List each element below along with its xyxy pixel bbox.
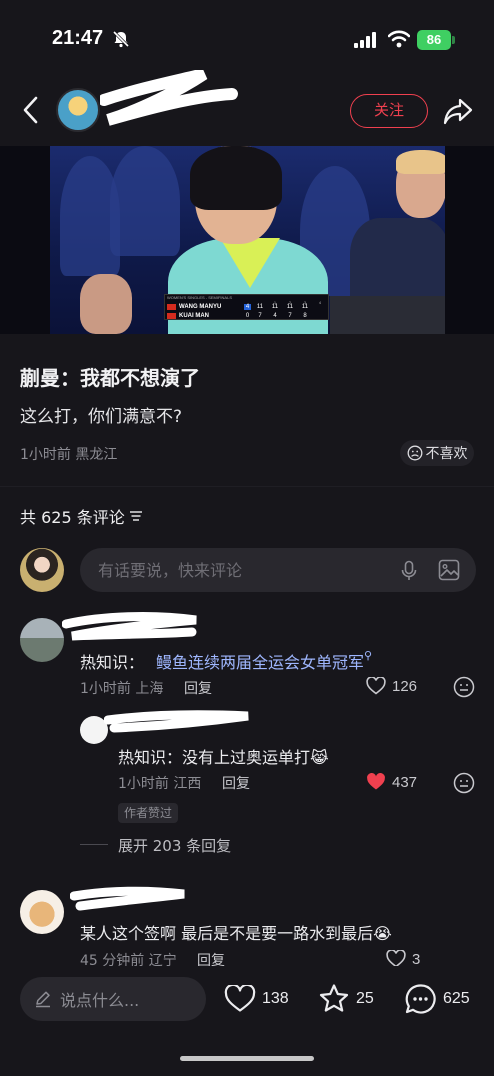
- game-score: 11: [301, 304, 309, 310]
- like-count: 3: [412, 950, 421, 968]
- star-icon: [319, 984, 349, 1012]
- scoreboard-row: KUAI MAN 0 7 4 7 8: [167, 312, 326, 320]
- video-frame: WOMEN'S SINGLES - SEMIFINALS 1 2 3 4 WAN…: [50, 146, 445, 334]
- battery-level: 86: [417, 30, 451, 50]
- comment-text: 热知识：没有上过奥运单打😹: [118, 748, 329, 767]
- comment-like-button[interactable]: 437: [366, 773, 417, 791]
- comments-button[interactable]: 625: [404, 983, 470, 1015]
- like-count: 437: [392, 773, 418, 791]
- game-score: 8: [303, 313, 307, 319]
- player-name: KUAI MAN: [179, 313, 209, 319]
- heart-outline-icon: [366, 677, 386, 695]
- scoreboard: WOMEN'S SINGLES - SEMIFINALS 1 2 3 4 WAN…: [164, 294, 329, 320]
- comment-like-button[interactable]: 126: [366, 677, 417, 695]
- dislike-button[interactable]: 不喜欢: [400, 440, 474, 466]
- game-score: 11: [271, 304, 279, 310]
- microphone-icon[interactable]: [400, 560, 418, 582]
- author-liked-badge: 作者赞过: [118, 803, 179, 823]
- heart-filled-icon: [367, 773, 385, 790]
- like-count: 126: [392, 677, 418, 695]
- wifi-icon: [388, 30, 410, 48]
- search-icon: ⚲: [364, 649, 373, 662]
- favorite-count: 25: [356, 989, 374, 1007]
- divider: [0, 486, 494, 487]
- games-won: 0: [245, 313, 250, 319]
- redacted-replier-name: [104, 710, 249, 733]
- heart-icon: [224, 985, 256, 1012]
- back-arrow-icon[interactable]: [18, 94, 46, 126]
- like-count: 138: [262, 990, 289, 1007]
- player-hair: [190, 146, 282, 210]
- like-button[interactable]: 138: [224, 985, 289, 1013]
- game-score: 11: [256, 304, 264, 310]
- comment-meta: 1小时前 江西: [118, 776, 202, 792]
- post-title: 蒯曼：我都不想演了: [20, 366, 200, 390]
- commenter-avatar[interactable]: [20, 618, 64, 662]
- dislike-label: 不喜欢: [425, 446, 468, 462]
- crowd-figure: [110, 146, 180, 256]
- expand-replies-button[interactable]: 展开 203 条回复: [118, 835, 231, 856]
- umpire-hair: [396, 150, 445, 174]
- reply-button[interactable]: 回复: [222, 773, 250, 793]
- favorite-button[interactable]: 25: [318, 983, 374, 1014]
- games-won: 4: [244, 304, 251, 310]
- share-icon[interactable]: [442, 96, 474, 126]
- comment-meta: 1小时前 上海: [80, 681, 164, 697]
- bell-muted-icon: [112, 30, 130, 48]
- my-avatar: [20, 548, 64, 592]
- status-time: 21:47: [52, 27, 104, 49]
- post-meta: 1小时前 黑龙江: [20, 447, 118, 463]
- game-score: 4: [273, 313, 277, 319]
- commenter-avatar[interactable]: [20, 890, 64, 934]
- author-avatar[interactable]: [56, 88, 100, 132]
- video-player[interactable]: WOMEN'S SINGLES - SEMIFINALS 1 2 3 4 WAN…: [0, 146, 494, 334]
- comment-count-sort[interactable]: 共 625 条评论: [20, 504, 143, 528]
- game-score: 7: [288, 313, 292, 319]
- player-name: WANG MANYU: [179, 304, 222, 310]
- expand-divider: [80, 844, 108, 845]
- search-link-text: 鳗鱼连续两届全运会女单冠军: [156, 653, 365, 672]
- emoji-react-icon[interactable]: [453, 772, 475, 794]
- sort-icon: [129, 511, 142, 521]
- follow-button[interactable]: 关注: [350, 94, 428, 128]
- pen-icon: [36, 991, 50, 1008]
- scoreboard-row: WANG MANYU 4 11 11 11 11: [167, 303, 326, 311]
- reply-button[interactable]: 回复: [184, 678, 212, 698]
- battery-tip: [452, 36, 455, 44]
- redacted-commenter-name: [62, 612, 197, 641]
- quick-comment-placeholder: 说点什么...: [60, 991, 140, 1010]
- signal-icon: [354, 32, 376, 48]
- player-hand: [80, 274, 132, 334]
- comment-count-label: 共 625 条评论: [20, 508, 125, 527]
- comment-text: 某人这个签啊 最后是不是要一路水到最后😭: [80, 924, 392, 943]
- china-flag-icon: [167, 313, 176, 319]
- emoji-react-icon[interactable]: [453, 676, 475, 698]
- post-body: 这么打，你们满意不?: [20, 407, 183, 427]
- umpire-desk: [330, 296, 445, 334]
- home-indicator: [180, 1056, 314, 1061]
- comment-bubble-icon: [405, 984, 436, 1014]
- quick-comment-box[interactable]: 说点什么...: [20, 977, 206, 1021]
- comment-text-prefix: 热知识：: [80, 653, 145, 672]
- china-flag-icon: [167, 304, 176, 310]
- game-score: 7: [258, 313, 262, 319]
- redacted-author-name: [100, 70, 238, 126]
- game-score: 11: [286, 304, 294, 310]
- search-link[interactable]: 鳗鱼连续两届全运会女单冠军⚲: [156, 649, 372, 673]
- redacted-commenter-name: [70, 886, 185, 911]
- comment-count: 625: [443, 990, 470, 1007]
- image-icon[interactable]: [438, 559, 460, 581]
- sad-face-icon: [407, 445, 422, 461]
